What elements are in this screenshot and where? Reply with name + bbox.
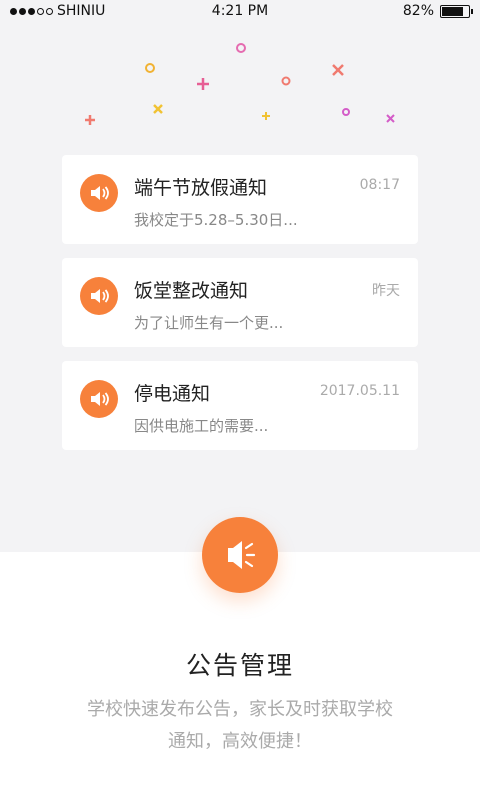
confetti-circle-magenta bbox=[342, 108, 350, 116]
confetti-decoration bbox=[85, 43, 395, 125]
battery-level bbox=[442, 6, 464, 16]
feature-title: 公告管理 bbox=[185, 651, 294, 680]
notice-title: 端午节放假通知 bbox=[134, 177, 268, 199]
notice-time: 08:17 bbox=[359, 177, 400, 193]
feature-description-line: 学校快速发布公告，家长及时获取学校 bbox=[87, 699, 393, 720]
speaker-icon bbox=[80, 380, 118, 418]
confetti-plus-yellow bbox=[262, 112, 270, 120]
notice-time: 2017.05.11 bbox=[319, 383, 400, 399]
announcement-speaker-icon bbox=[202, 517, 278, 593]
notice-title: 停电通知 bbox=[134, 383, 211, 405]
confetti-circle-yellow bbox=[145, 63, 155, 73]
confetti-circle-orange bbox=[281, 76, 291, 86]
notice-preview: 为了让师生有一个更... bbox=[134, 314, 284, 332]
notice-preview: 因供电施工的需要... bbox=[134, 417, 269, 435]
notice-time: 昨天 bbox=[372, 283, 400, 299]
confetti-x-yellow bbox=[153, 104, 163, 114]
speaker-icon bbox=[80, 174, 118, 212]
notice-preview: 我校定于5.28–5.30日... bbox=[134, 211, 298, 229]
confetti-x-magenta bbox=[386, 114, 395, 123]
notice-card[interactable]: 端午节放假通知 08:17 我校定于5.28–5.30日... bbox=[62, 155, 418, 244]
feature-description-line: 通知，高效便捷！ bbox=[168, 731, 312, 752]
notice-card[interactable]: 停电通知 2017.05.11 因供电施工的需要... bbox=[62, 361, 418, 450]
battery-icon bbox=[440, 4, 473, 18]
battery-percent: 82% bbox=[402, 3, 434, 19]
confetti-circle-pink bbox=[236, 43, 246, 53]
notice-card[interactable]: 饭堂整改通知 昨天 为了让师生有一个更... bbox=[62, 258, 418, 347]
feature-description: 学校快速发布公告，家长及时获取学校 通知，高效便捷！ bbox=[60, 694, 420, 758]
confetti-plus-pink bbox=[197, 78, 209, 90]
notice-title: 饭堂整改通知 bbox=[134, 280, 249, 302]
confetti-x-red bbox=[332, 64, 344, 76]
speaker-icon bbox=[80, 277, 118, 315]
confetti-plus-red bbox=[85, 115, 95, 125]
status-bar: SHINIU 4:21 PM 82% bbox=[0, 0, 480, 24]
status-right: 82% bbox=[402, 3, 473, 19]
